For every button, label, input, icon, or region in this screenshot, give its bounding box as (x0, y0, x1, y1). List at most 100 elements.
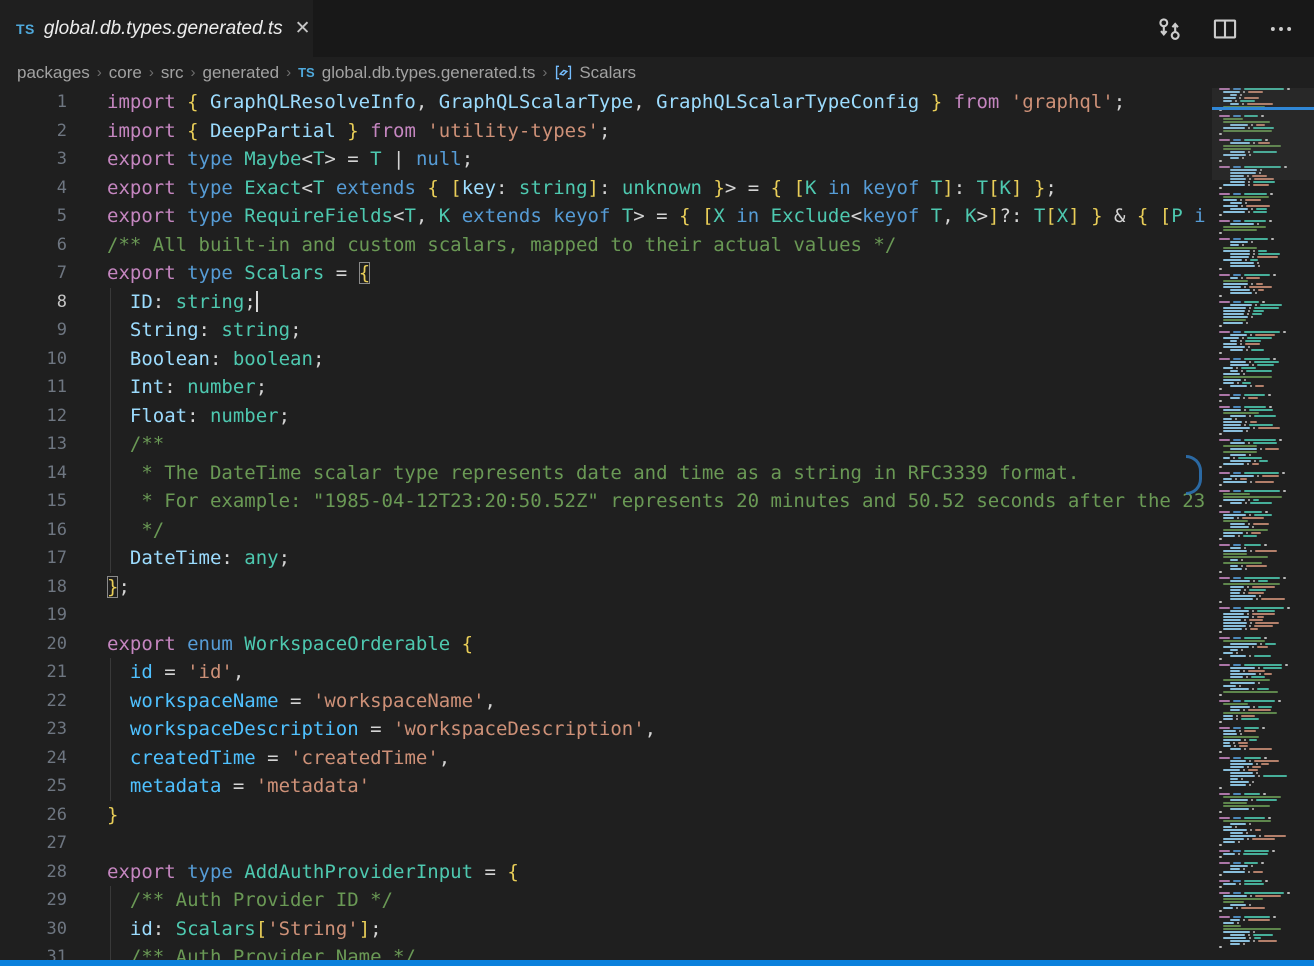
code-line[interactable]: 8 ID: string; (0, 288, 1206, 317)
code-line[interactable]: 16 */ (0, 516, 1206, 545)
line-number[interactable]: 20 (0, 630, 94, 659)
close-tab-icon[interactable]: ✕ (295, 19, 311, 38)
line-number[interactable]: 29 (0, 886, 94, 915)
code-line[interactable]: 11 Int: number; (0, 373, 1206, 402)
code-line[interactable]: 28export type AddAuthProviderInput = { (0, 858, 1206, 887)
code-text[interactable]: /** Auth Provider Name */ (94, 943, 416, 960)
code-text[interactable]: import { GraphQLResolveInfo, GraphQLScal… (94, 88, 1125, 117)
tab-global-db-types[interactable]: TS global.db.types.generated.ts ✕ (0, 0, 313, 57)
line-number[interactable]: 7 (0, 259, 94, 288)
code-text[interactable]: workspaceDescription = 'workspaceDescrip… (94, 715, 656, 744)
line-number[interactable]: 23 (0, 715, 94, 744)
code-text[interactable]: createdTime = 'createdTime', (94, 744, 450, 773)
code-line[interactable]: 7export type Scalars = { (0, 259, 1206, 288)
code-line[interactable]: 31 /** Auth Provider Name */ (0, 943, 1206, 960)
code-line[interactable]: 26} (0, 801, 1206, 830)
breadcrumb-item-packages[interactable]: packages (17, 63, 90, 83)
line-number[interactable]: 9 (0, 316, 94, 345)
line-number[interactable]: 22 (0, 687, 94, 716)
line-number[interactable]: 27 (0, 829, 94, 858)
code-line[interactable]: 19 (0, 601, 1206, 630)
line-number[interactable]: 30 (0, 915, 94, 944)
code-text[interactable]: id: Scalars['String']; (94, 915, 382, 944)
breadcrumb-item-src[interactable]: src (161, 63, 184, 83)
code-text[interactable]: id = 'id', (94, 658, 244, 687)
code-line[interactable]: 27 (0, 829, 1206, 858)
code-text[interactable]: * For example: "1985-04-12T23:20:50.52Z"… (94, 487, 1206, 516)
line-number[interactable]: 17 (0, 544, 94, 573)
code-line[interactable]: 10 Boolean: boolean; (0, 345, 1206, 374)
code-lines[interactable]: 1import { GraphQLResolveInfo, GraphQLSca… (0, 88, 1206, 960)
code-text[interactable]: export enum WorkspaceOrderable { (94, 630, 473, 659)
code-editor[interactable]: 1import { GraphQLResolveInfo, GraphQLSca… (0, 88, 1314, 960)
line-number[interactable]: 16 (0, 516, 94, 545)
split-editor-icon[interactable] (1212, 16, 1238, 42)
code-text[interactable]: * The DateTime scalar type represents da… (94, 459, 1079, 488)
code-line[interactable]: 24 createdTime = 'createdTime', (0, 744, 1206, 773)
code-line[interactable]: 13 /** (0, 430, 1206, 459)
code-line[interactable]: 4export type Exact<T extends { [key: str… (0, 174, 1206, 203)
line-number[interactable]: 6 (0, 231, 94, 260)
line-number[interactable]: 8 (0, 288, 94, 317)
minimap-slider[interactable] (1212, 88, 1314, 180)
code-line[interactable]: 22 workspaceName = 'workspaceName', (0, 687, 1206, 716)
code-line[interactable]: 15 * For example: "1985-04-12T23:20:50.5… (0, 487, 1206, 516)
line-number[interactable]: 14 (0, 459, 94, 488)
code-text[interactable]: export type Exact<T extends { [key: stri… (94, 174, 1057, 203)
code-text[interactable]: String: string; (94, 316, 302, 345)
code-line[interactable]: 1import { GraphQLResolveInfo, GraphQLSca… (0, 88, 1206, 117)
line-number[interactable]: 2 (0, 117, 94, 146)
line-number[interactable]: 28 (0, 858, 94, 887)
line-number[interactable]: 15 (0, 487, 94, 516)
code-text[interactable]: Int: number; (94, 373, 267, 402)
code-line[interactable]: 6/** All built-in and custom scalars, ma… (0, 231, 1206, 260)
line-number[interactable]: 4 (0, 174, 94, 203)
code-text[interactable]: */ (94, 516, 164, 545)
code-line[interactable]: 14 * The DateTime scalar type represents… (0, 459, 1206, 488)
code-text[interactable]: workspaceName = 'workspaceName', (94, 687, 496, 716)
code-text[interactable]: }; (94, 573, 130, 602)
line-number[interactable]: 10 (0, 345, 94, 374)
line-number[interactable]: 19 (0, 601, 94, 630)
code-text[interactable]: Float: number; (94, 402, 290, 431)
breadcrumb-item-generated[interactable]: generated (203, 63, 280, 83)
breadcrumb-item-core[interactable]: core (109, 63, 142, 83)
line-number[interactable]: 12 (0, 402, 94, 431)
line-number[interactable]: 5 (0, 202, 94, 231)
code-text[interactable] (94, 601, 107, 630)
code-line[interactable]: 29 /** Auth Provider ID */ (0, 886, 1206, 915)
code-line[interactable]: 17 DateTime: any; (0, 544, 1206, 573)
code-line[interactable]: 25 metadata = 'metadata' (0, 772, 1206, 801)
line-number[interactable]: 25 (0, 772, 94, 801)
code-text[interactable]: export type AddAuthProviderInput = { (94, 858, 519, 887)
code-text[interactable]: metadata = 'metadata' (94, 772, 370, 801)
minimap[interactable] (1212, 88, 1314, 960)
code-text[interactable]: /** All built-in and custom scalars, map… (94, 231, 896, 260)
code-line[interactable]: 20export enum WorkspaceOrderable { (0, 630, 1206, 659)
code-text[interactable]: DateTime: any; (94, 544, 290, 573)
code-line[interactable]: 23 workspaceDescription = 'workspaceDesc… (0, 715, 1206, 744)
open-changes-icon[interactable] (1156, 16, 1182, 42)
code-text[interactable]: Boolean: boolean; (94, 345, 324, 374)
line-number[interactable]: 1 (0, 88, 94, 117)
line-number[interactable]: 24 (0, 744, 94, 773)
more-actions-icon[interactable] (1268, 16, 1294, 42)
code-line[interactable]: 5export type RequireFields<T, K extends … (0, 202, 1206, 231)
code-text[interactable]: export type Maybe<T> = T | null; (94, 145, 473, 174)
code-text[interactable]: } (94, 801, 118, 830)
code-line[interactable]: 12 Float: number; (0, 402, 1206, 431)
code-line[interactable]: 21 id = 'id', (0, 658, 1206, 687)
code-text[interactable]: import { DeepPartial } from 'utility-typ… (94, 117, 610, 146)
code-line[interactable]: 18}; (0, 573, 1206, 602)
breadcrumb-item-file[interactable]: global.db.types.generated.ts (322, 63, 536, 83)
line-number[interactable]: 13 (0, 430, 94, 459)
code-text[interactable]: export type Scalars = { (94, 259, 370, 288)
code-text[interactable]: /** Auth Provider ID */ (94, 886, 393, 915)
line-number[interactable]: 21 (0, 658, 94, 687)
line-number[interactable]: 11 (0, 373, 94, 402)
code-line[interactable]: 2import { DeepPartial } from 'utility-ty… (0, 117, 1206, 146)
code-line[interactable]: 3export type Maybe<T> = T | null; (0, 145, 1206, 174)
code-text[interactable]: /** (94, 430, 164, 459)
line-number[interactable]: 3 (0, 145, 94, 174)
breadcrumb-item-symbol[interactable]: Scalars (579, 63, 636, 83)
